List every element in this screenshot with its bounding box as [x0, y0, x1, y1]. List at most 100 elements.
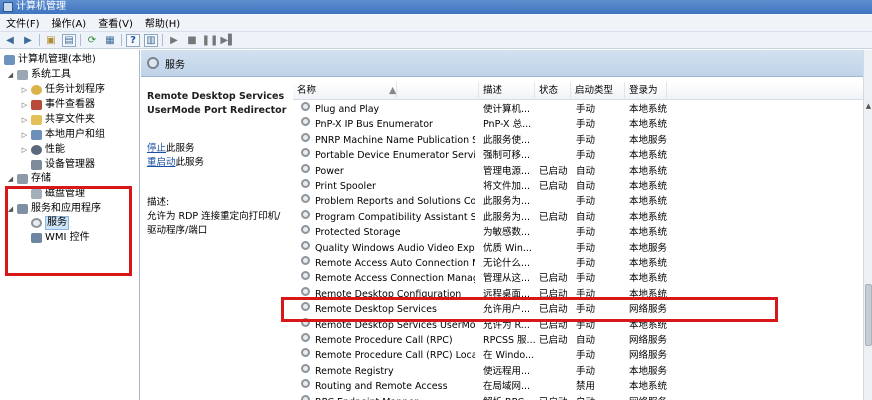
tree-item-task-scheduler[interactable]: ▷ 任务计划程序 [20, 83, 105, 97]
stop-service-link[interactable]: 停止 [147, 143, 166, 154]
stop-icon[interactable]: ■ [185, 34, 199, 47]
tree-item-disk-management[interactable]: 磁盘管理 [20, 187, 85, 201]
properties-icon[interactable]: ▥ [144, 33, 158, 47]
tree-item-label: 系统工具 [31, 69, 71, 80]
service-status-cell: 已启动 [539, 319, 568, 331]
help-icon[interactable]: ? [126, 33, 140, 47]
back-icon[interactable]: ◀ [3, 34, 17, 47]
table-row[interactable]: Program Compatibility Assistant Ser... 此服… [293, 209, 863, 225]
scrollbar-thumb[interactable] [865, 284, 872, 346]
table-row[interactable]: Remote Desktop Services UserMod... 允许为 R.… [293, 317, 863, 333]
forward-icon[interactable]: ▶ [21, 34, 35, 47]
service-desc-cell: 此服务为... [483, 211, 531, 223]
disk-icon [31, 189, 42, 199]
scroll-up-icon[interactable]: ▲ [864, 102, 872, 114]
expand-icon[interactable]: ▷ [20, 98, 29, 112]
restart-icon[interactable]: ▶▌ [220, 34, 235, 47]
tree-item-device-manager[interactable]: 设备管理器 [20, 158, 95, 172]
table-row[interactable]: Routing and Remote Access 在局域网... 禁用 本地系统 [293, 379, 863, 394]
service-startup-cell: 手动 [576, 273, 596, 285]
column-header-status[interactable]: 状态 [535, 82, 571, 100]
service-startup-cell: 手动 [576, 304, 596, 316]
collapse-icon[interactable]: ◢ [6, 172, 15, 186]
menu-view[interactable]: 查看(V) [98, 15, 133, 30]
restart-suffix: 此服务 [175, 157, 205, 168]
service-logon-cell: 本地系统 [629, 181, 668, 192]
table-row[interactable]: Remote Desktop Configuration 远程桌面... 已启动 手动… [293, 286, 863, 302]
tree-item-event-viewer[interactable]: ▷ 事件查看器 [20, 98, 95, 112]
tree-item-wmi-control[interactable]: WMI 控件 [20, 231, 90, 245]
service-startup-cell: 手动 [576, 196, 596, 208]
tree-item-services[interactable]: 服务 [20, 216, 69, 230]
table-row[interactable]: Remote Access Connection Manager 管理从这... 已… [293, 271, 863, 286]
service-name-cell: Remote Access Connection Manager [315, 273, 475, 285]
table-row[interactable]: PNRP Machine Name Publication Se... 此服务使.… [293, 132, 863, 148]
table-row[interactable]: Protected Storage 为敏感数... 手动 本地系统 [293, 225, 863, 240]
table-row[interactable]: Remote Procedure Call (RPC) Locator 在 Win… [293, 348, 863, 363]
expand-icon[interactable]: ▷ [20, 113, 29, 127]
service-name-heading: Remote Desktop Services UserMode Port Re… [147, 91, 287, 116]
table-row[interactable]: Power 管理电源... 已启动 自动 本地系统 [293, 163, 863, 179]
table-row[interactable]: Portable Device Enumerator Service 强制可移..… [293, 148, 863, 163]
table-row[interactable]: PnP-X IP Bus Enumerator PnP-X 总... 手动 本地系统 [293, 117, 863, 132]
menu-file[interactable]: 文件(F) [6, 15, 40, 30]
toolbar-divider [121, 34, 122, 46]
service-name-cell: Remote Registry [315, 365, 394, 377]
menu-action[interactable]: 操作(A) [52, 15, 87, 30]
gear-icon [301, 394, 310, 400]
gear-icon [301, 240, 310, 250]
service-startup-cell: 手动 [576, 104, 596, 115]
gear-icon [301, 179, 310, 188]
tree-item-shared-folders[interactable]: ▷ 共享文件夹 [20, 113, 95, 127]
service-status-cell: 已启动 [539, 288, 568, 300]
toolbar-divider [39, 34, 40, 46]
table-row[interactable]: RPC Endpoint Mapper 解析 RPC... 已启动自动网络服务 [293, 394, 863, 400]
gear-icon [301, 194, 310, 204]
column-header-startup[interactable]: 启动类型 [571, 82, 625, 100]
service-desc-cell: 强制可移... [483, 150, 531, 162]
expand-icon[interactable]: ▷ [20, 143, 29, 157]
tree-item-local-users[interactable]: ▷ 本地用户和组 [20, 128, 105, 142]
service-name-cell: Routing and Remote Access [315, 381, 448, 393]
description-label: 描述: [147, 197, 170, 208]
service-logon-cell: 本地系统 [629, 104, 668, 115]
table-row[interactable]: Quality Windows Audio Video Exper... 优质 W… [293, 240, 863, 256]
service-startup-cell: 手动 [576, 258, 596, 269]
column-header-logon[interactable]: 登录为 [625, 82, 667, 100]
restart-service-link[interactable]: 重启动 [147, 157, 176, 168]
service-desc-cell: 使计算机... [483, 104, 531, 115]
export-icon[interactable]: ▦ [103, 34, 117, 47]
tree-item-system-tools[interactable]: ◢ 系统工具 [6, 68, 71, 82]
table-row[interactable]: Remote Desktop Services 允许用户... 已启动 手动 网络服务 [293, 302, 863, 317]
gear-icon [301, 117, 310, 127]
menu-help[interactable]: 帮助(H) [145, 15, 180, 30]
gear-icon [301, 333, 310, 342]
up-folder-icon[interactable]: ▣ [44, 34, 58, 47]
tree-item-services-and-apps[interactable]: ◢ 服务和应用程序 [6, 202, 101, 216]
service-startup-cell: 自动 [576, 165, 596, 177]
gear-icon [301, 102, 310, 111]
vertical-scrollbar[interactable]: ▲ [863, 50, 872, 400]
collapse-icon[interactable]: ◢ [6, 68, 15, 82]
pause-icon[interactable]: ❚❚ [202, 34, 219, 47]
table-row[interactable]: Remote Registry 使远程用... 手动 本地服务 [293, 363, 863, 379]
table-row[interactable]: Remote Procedure Call (RPC) RPCSS 服... 已启动… [293, 333, 863, 348]
column-header-description[interactable]: 描述 [479, 82, 535, 100]
play-icon[interactable]: ▶ [167, 34, 181, 47]
table-row[interactable]: Print Spooler 将文件加... 已启动 自动 本地系统 [293, 179, 863, 194]
tree-item-storage[interactable]: ◢ 存储 [6, 172, 51, 186]
show-tree-icon[interactable]: ▤ [62, 33, 76, 47]
expand-icon[interactable]: ▷ [20, 128, 29, 142]
tree-root[interactable]: 计算机管理(本地) [4, 53, 96, 67]
restart-action-row: 重启动此服务 [147, 156, 287, 170]
users-icon [31, 130, 42, 140]
sort-ascending-icon: ▲ [385, 82, 398, 100]
refresh-icon[interactable]: ⟳ [85, 34, 99, 47]
table-row[interactable]: Problem Reports and Solutions Con... 此服务为… [293, 194, 863, 209]
table-row[interactable]: Remote Access Auto Connection Ma... 无论什么.… [293, 256, 863, 271]
service-name-cell: Problem Reports and Solutions Con... [315, 196, 475, 208]
expand-icon[interactable]: ▷ [20, 83, 29, 97]
collapse-icon[interactable]: ◢ [6, 202, 15, 216]
tree-item-performance[interactable]: ▷ 性能 [20, 143, 65, 157]
table-row[interactable]: Plug and Play 使计算机... 手动 本地系统 [293, 102, 863, 117]
